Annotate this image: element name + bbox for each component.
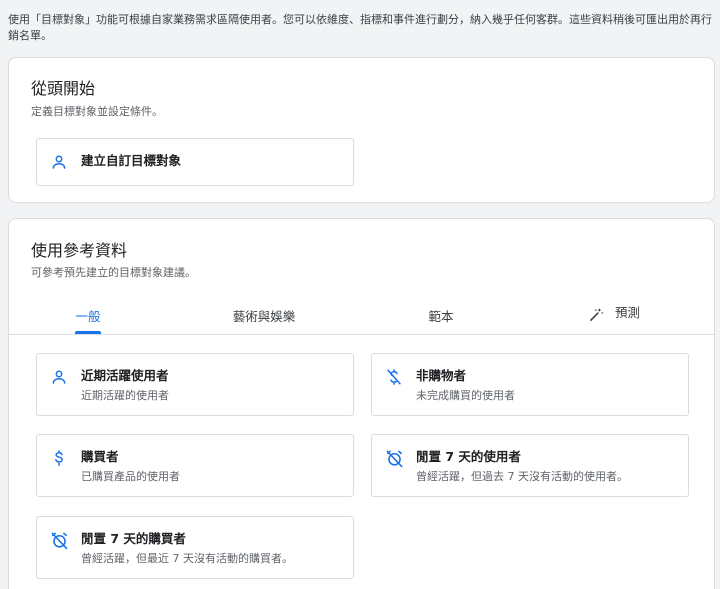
suggestion-inactive-7-day-purchasers[interactable]: 閒置 7 天的購買者 曾經活躍，但最近 7 天沒有活動的購買者。 [36,516,354,579]
reference-title: 使用參考資料 [31,241,128,260]
magic-wand-icon [588,306,605,323]
money-off-icon [384,367,404,387]
create-custom-audience-label: 建立自訂目標對象 [81,153,182,168]
suggestion-title: 閒置 7 天的購買者 [81,531,186,546]
suggestion-non-purchasers[interactable]: 非購物者 未完成購買的使用者 [371,353,689,416]
reference-card: 使用參考資料 可參考預先建立的目標對象建議。 一般 藝術與娛樂 範本 預測 近期… [8,218,715,589]
scratch-title: 從頭開始 [31,79,96,98]
suggestion-title: 近期活躍使用者 [81,368,169,383]
suggestion-tabs: 一般 藝術與娛樂 範本 預測 [9,295,714,335]
active-tab-indicator [75,331,101,334]
person-icon [49,367,69,387]
tab-arts-entertainment[interactable]: 藝術與娛樂 [214,295,314,335]
suggestion-description: 未完成購買的使用者 [416,389,515,402]
scratch-card: 從頭開始 定義目標對象並設定條件。 建立自訂目標對象 [8,57,715,203]
suggestion-description: 曾經活躍，但過去 7 天沒有活動的使用者。 [416,470,628,483]
tab-general[interactable]: 一般 [67,295,109,335]
dollar-icon [49,448,69,468]
alarm-off-icon [384,448,404,468]
reference-subtitle: 可參考預先建立的目標對象建議。 [31,266,196,279]
suggestion-title: 閒置 7 天的使用者 [416,449,521,464]
alarm-off-icon [49,530,69,550]
tab-templates[interactable]: 範本 [413,295,469,335]
suggestion-description: 曾經活躍，但最近 7 天沒有活動的購買者。 [81,552,293,565]
suggestion-recently-active-users[interactable]: 近期活躍使用者 近期活躍的使用者 [36,353,354,416]
create-custom-audience-button[interactable]: 建立自訂目標對象 [36,138,354,186]
suggestion-purchasers[interactable]: 購買者 已購買產品的使用者 [36,434,354,497]
suggestion-title: 購買者 [81,449,119,464]
tab-predictive-label: 預測 [614,304,640,320]
tab-predictive[interactable]: 預測 [579,291,649,331]
suggestion-description: 已購買產品的使用者 [81,470,180,483]
intro-text: 使用「目標對象」功能可根據自家業務需求區隔使用者。您可以依維度、指標和事件進行劃… [8,13,712,42]
person-icon [49,152,69,172]
scratch-subtitle: 定義目標對象並設定條件。 [31,105,163,118]
suggestion-description: 近期活躍的使用者 [81,389,169,402]
suggestion-inactive-7-day-users[interactable]: 閒置 7 天的使用者 曾經活躍，但過去 7 天沒有活動的使用者。 [371,434,689,497]
suggestion-title: 非購物者 [416,368,467,383]
